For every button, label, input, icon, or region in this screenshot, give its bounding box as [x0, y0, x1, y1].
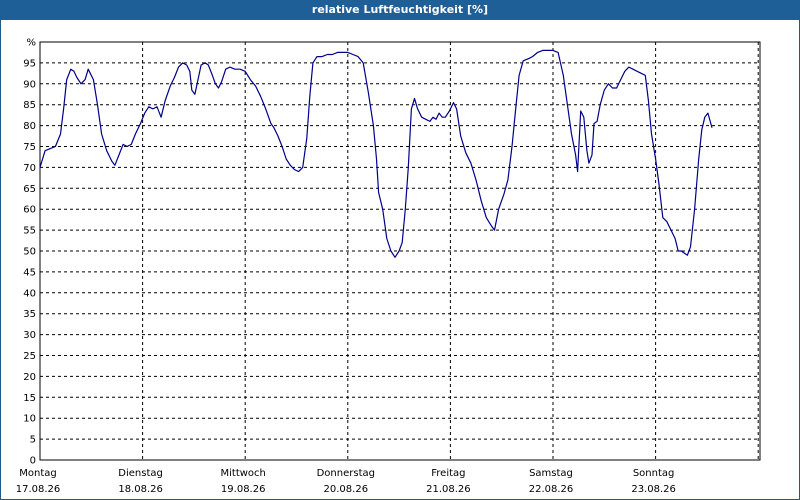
- y-tick-label: 10: [23, 414, 36, 425]
- x-tick-day-label: Freitag: [431, 468, 465, 479]
- y-tick-label: 5: [30, 435, 36, 446]
- y-tick-label: 70: [23, 163, 36, 174]
- y-tick-label: 75: [23, 142, 36, 153]
- x-tick-date-label: 19.08.26: [221, 484, 266, 495]
- x-tick-day-label: Dienstag: [118, 468, 163, 479]
- x-tick-date-label: 18.08.26: [118, 484, 163, 495]
- y-tick-label: 50: [23, 247, 36, 258]
- x-tick-day-label: Mittwoch: [221, 468, 266, 479]
- y-tick-label: 35: [23, 309, 36, 320]
- y-tick-label: 20: [23, 372, 36, 383]
- y-tick-label: 65: [23, 184, 36, 195]
- x-tick-day-label: Sonntag: [633, 468, 675, 479]
- y-tick-label: 55: [23, 226, 36, 237]
- y-tick-label: 15: [23, 393, 36, 404]
- y-axis-unit-label: %: [26, 38, 36, 49]
- y-tick-label: 45: [23, 267, 36, 278]
- x-tick-date-label: 23.08.26: [631, 484, 676, 495]
- y-tick-label: 30: [23, 330, 36, 341]
- x-tick-date-label: 21.08.26: [426, 484, 471, 495]
- x-tick-day-label: Montag: [19, 468, 56, 479]
- y-tick-label: 80: [23, 121, 36, 132]
- y-tick-label: 90: [23, 79, 36, 90]
- x-tick-day-label: Donnerstag: [317, 468, 375, 479]
- x-tick-day-label: Samstag: [529, 468, 573, 479]
- x-tick-date-label: 17.08.26: [16, 484, 61, 495]
- humidity-chart: 0 5 10 15 20 25 30 35 40 45 50 55 60 65 70 75 80 85 90 95% M…: [16, 38, 761, 495]
- y-tick-label: 0: [30, 456, 36, 467]
- x-tick-date-label: 20.08.26: [324, 484, 369, 495]
- y-tick-label: 60: [23, 205, 36, 216]
- y-tick-label: 95: [23, 58, 36, 69]
- y-tick-label: 25: [23, 351, 36, 362]
- x-tick-date-label: 22.08.26: [529, 484, 574, 495]
- y-tick-label: 40: [23, 288, 36, 299]
- y-tick-label: 85: [23, 100, 36, 111]
